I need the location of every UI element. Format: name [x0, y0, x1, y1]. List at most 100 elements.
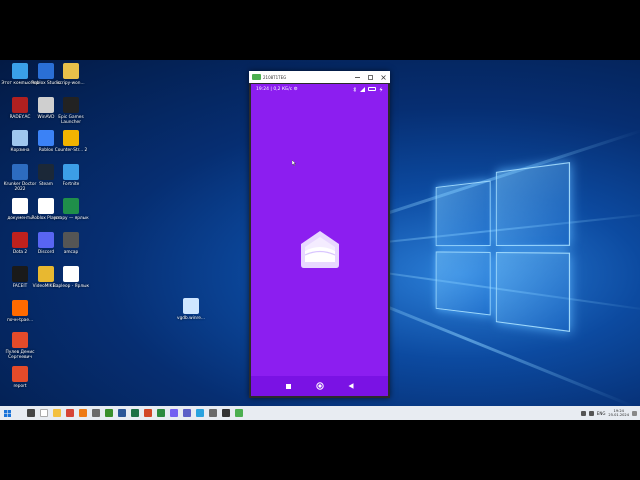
battery-icon [368, 87, 376, 91]
word-icon [91, 409, 100, 417]
desktop-icon[interactable]: scrapy — ярлык [52, 198, 90, 221]
radey-icon [12, 97, 28, 113]
system-tray: ENG 19:24 25.01.2024 [580, 406, 640, 420]
back-icon [348, 383, 353, 389]
dota2-icon [12, 232, 28, 248]
charging-icon [379, 86, 383, 92]
windows-start-icon [3, 409, 11, 417]
signal-icon [360, 86, 365, 92]
desktop-icon[interactable]: Counter-Str... 2 [52, 130, 90, 153]
taskbar-app-button[interactable] [232, 406, 245, 420]
taskbar-app-button[interactable] [206, 406, 219, 420]
taskbar-app-button[interactable] [89, 406, 102, 420]
tray-network-icon[interactable] [580, 410, 586, 416]
taskbar-app-button[interactable] [63, 406, 76, 420]
search-icon [26, 409, 35, 417]
desktop-icon[interactable]: Пулев Денис Сергеевич [1, 332, 39, 360]
excel-icon [130, 409, 139, 417]
settings-icon [208, 409, 217, 417]
taskbar-app-button[interactable] [24, 406, 37, 420]
maximize-button[interactable] [364, 71, 377, 83]
emulator-window[interactable]: 2108T1TEG 19:24 | 0,2 КБ/с ⚙ [249, 71, 390, 398]
taskbar-app-button[interactable] [167, 406, 180, 420]
desktop-icon[interactable]: vgdb.winre... [172, 298, 210, 321]
file-icon [63, 266, 79, 282]
word2-icon [117, 409, 126, 417]
folder-icon [63, 63, 79, 79]
desktop-icon[interactable]: scripy-won... [52, 63, 90, 86]
home-circle-icon [315, 382, 324, 390]
taskbar-app-button[interactable] [76, 406, 89, 420]
house-logo-icon [301, 231, 339, 268]
faceit-icon [12, 266, 28, 282]
status-time: 19:24 | 0,2 КБ/с ⚙ [256, 86, 298, 92]
teams-icon [182, 409, 191, 417]
minimize-button[interactable] [351, 71, 364, 83]
clock[interactable]: 19:24 25.01.2024 [608, 409, 629, 418]
start-button[interactable] [0, 406, 14, 420]
desktop-icon[interactable]: Epic Games Launcher [52, 97, 90, 125]
minecraft-icon [104, 409, 113, 417]
desktop-icon[interactable]: почн-tpae... [1, 300, 39, 323]
image-file-icon [183, 298, 199, 314]
report-icon [12, 366, 28, 382]
back-button[interactable] [346, 381, 356, 391]
taskbar-app-button[interactable] [193, 406, 206, 420]
taskbar-app-button[interactable] [102, 406, 115, 420]
desktop-icon-label: amcap [63, 250, 79, 255]
taskbar-app-button[interactable] [50, 406, 63, 420]
close-icon [381, 74, 386, 80]
powerpoint-icon [143, 409, 152, 417]
explorer-icon [52, 409, 61, 417]
home-button[interactable] [315, 381, 325, 391]
clock-date: 25.01.2024 [608, 413, 629, 417]
fortnite-icon [63, 164, 79, 180]
desktop-icon-label: scrapy — ярлык [53, 216, 89, 221]
krunker-icon [12, 164, 28, 180]
telegram-icon [195, 409, 204, 417]
taskbar-app-button[interactable] [219, 406, 232, 420]
phone-screen[interactable]: 19:24 | 0,2 КБ/с ⚙ [251, 84, 388, 396]
maximize-icon [368, 74, 373, 80]
viber-icon [169, 409, 178, 417]
yandex-icon [39, 409, 48, 417]
desktop-icon-label: Пулев Денис Сергеевич [5, 350, 35, 360]
taskbar-app-button[interactable] [154, 406, 167, 420]
pdf-icon [12, 332, 28, 348]
notifications-icon[interactable] [632, 410, 637, 416]
document-icon [12, 198, 28, 214]
taskbar-app-button[interactable] [37, 406, 50, 420]
desktop-icon-label: почн-tpae... [6, 318, 34, 323]
recents-button[interactable] [284, 381, 294, 391]
taskbar-app-button[interactable] [115, 406, 128, 420]
window-titlebar[interactable]: 2108T1TEG [249, 71, 390, 83]
terminal-icon [221, 409, 230, 417]
desktop-icon[interactable]: report [1, 366, 39, 389]
desktop-icon-label: Epic Games Launcher [58, 115, 84, 125]
script-icon [63, 198, 79, 214]
letterbox-bottom [0, 420, 640, 480]
tray-volume-icon[interactable] [588, 410, 594, 416]
photos-icon [156, 409, 165, 417]
desktop-icon[interactable]: Fortnite [52, 164, 90, 187]
vlc-icon [78, 409, 87, 417]
close-button[interactable] [377, 71, 390, 83]
letterbox-top [0, 0, 640, 60]
desktop-icon-label: Counter-Str... 2 [54, 148, 88, 153]
navigation-bar [251, 376, 388, 396]
bluetooth-icon [353, 86, 357, 92]
status-bar: 19:24 | 0,2 КБ/с ⚙ [251, 84, 388, 94]
taskbar-app-button[interactable] [141, 406, 154, 420]
language-indicator[interactable]: ENG [597, 411, 606, 416]
minimize-icon [355, 76, 360, 78]
faceit-alt-icon [12, 300, 28, 316]
desktop-icon[interactable]: amcap [52, 232, 90, 255]
taskbar-app-button[interactable] [128, 406, 141, 420]
cs2-icon [63, 130, 79, 146]
windows-logo [435, 162, 571, 332]
desktop-icon[interactable]: Bapleop - Ярлык [52, 266, 90, 289]
desktop-icon-label: report [13, 384, 27, 389]
taskbar: ENG 19:24 25.01.2024 [0, 406, 640, 420]
taskbar-app-button[interactable] [180, 406, 193, 420]
emulator-app-icon [252, 74, 261, 80]
